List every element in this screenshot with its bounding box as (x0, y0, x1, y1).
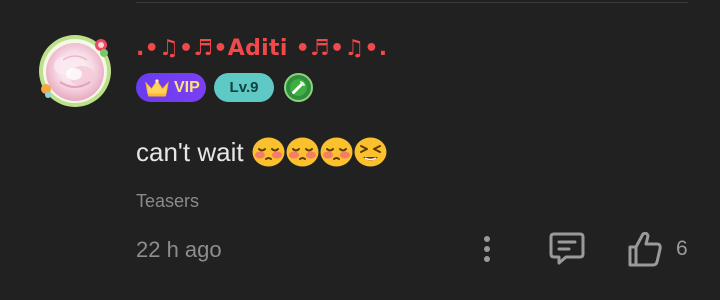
more-options-button[interactable] (472, 232, 502, 266)
crown-icon (145, 78, 169, 96)
user-avatar[interactable] (38, 34, 112, 108)
medal-icon[interactable] (284, 73, 313, 102)
more-vertical-icon (484, 236, 490, 262)
timestamp: 22 h ago (136, 237, 222, 262)
thumbs-up-icon (628, 231, 662, 267)
level-badge[interactable]: Lv.9 (214, 73, 274, 102)
comment-text: can't wait (136, 136, 244, 167)
like-count: 6 (676, 237, 688, 260)
user-badges: VIP Lv.9 (136, 73, 313, 102)
comment-reply-icon (549, 232, 585, 265)
vip-label: VIP (174, 78, 200, 96)
squinting-face-emoji (354, 137, 387, 167)
vip-badge[interactable]: VIP (136, 73, 206, 102)
flushed-face-emoji (286, 137, 319, 167)
comment-card: .•♫•♬•Aditi •♬•♫•. VIP Lv.9 can't wait T… (0, 0, 720, 300)
username[interactable]: .•♫•♬•Aditi •♬•♫•. (136, 36, 387, 61)
reply-button[interactable] (547, 229, 587, 269)
like-button[interactable]: 6 (627, 228, 688, 270)
flushed-face-emoji (252, 137, 285, 167)
comment-body: can't wait (136, 134, 388, 170)
divider (136, 2, 688, 3)
flushed-face-emoji (320, 137, 353, 167)
topic-tag[interactable]: Teasers (136, 191, 199, 212)
